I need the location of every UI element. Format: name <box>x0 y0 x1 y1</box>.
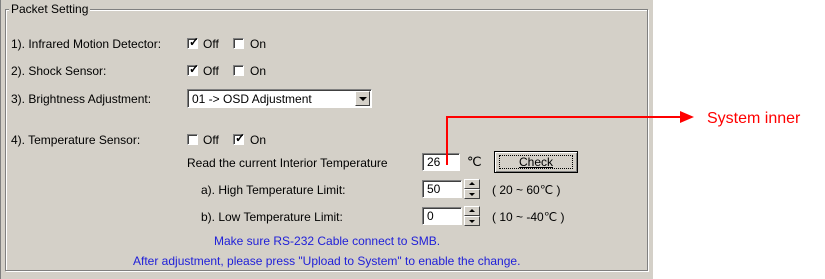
callout-arrow <box>446 111 694 165</box>
callout-label: System inner <box>707 110 801 127</box>
